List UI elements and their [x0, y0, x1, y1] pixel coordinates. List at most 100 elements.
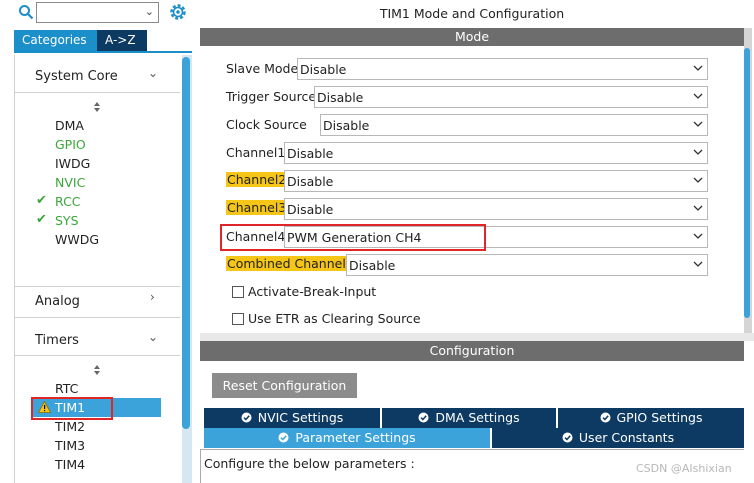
- divider: [14, 92, 180, 93]
- highlight-outline: [31, 397, 113, 420]
- chevron-down-icon[interactable]: [693, 64, 703, 72]
- trigger-source-select[interactable]: Disable: [314, 86, 708, 108]
- search-input[interactable]: ⌄: [36, 2, 159, 23]
- check-icon: ✔: [36, 193, 47, 208]
- tab-categories[interactable]: Categories: [14, 30, 97, 51]
- channel1-select[interactable]: Disable: [284, 142, 708, 164]
- reset-configuration-button[interactable]: Reset Configuration: [212, 373, 357, 398]
- list-item-gpio[interactable]: GPIO: [55, 137, 86, 152]
- channel3-select[interactable]: Disable: [284, 198, 708, 220]
- search-icon[interactable]: [18, 4, 34, 20]
- field-trigger-source: Trigger Source Disable: [226, 86, 708, 108]
- highlight-outline: [220, 224, 486, 251]
- check-circle-icon: [562, 432, 573, 443]
- check-icon: ✔: [36, 212, 47, 227]
- category-analog[interactable]: Analog: [35, 294, 80, 309]
- tab-label: GPIO Settings: [616, 410, 703, 425]
- tab-label: Parameter Settings: [295, 430, 416, 445]
- activate-break-input-checkbox[interactable]: Activate-Break-Input: [232, 284, 432, 300]
- list-item-sys[interactable]: SYS: [55, 213, 79, 228]
- divider: [14, 286, 180, 287]
- tab-user-constants[interactable]: User Constants: [492, 428, 744, 448]
- configure-hint: Configure the below parameters :: [204, 456, 415, 471]
- select-value: Disable: [287, 202, 334, 217]
- select-value: Disable: [287, 174, 334, 189]
- clock-source-select[interactable]: Disable: [320, 114, 708, 136]
- field-channel3: Channel3 Disable: [226, 198, 708, 220]
- divider: [14, 355, 180, 356]
- list-item-iwdg[interactable]: IWDG: [55, 156, 90, 171]
- tab-a-to-z[interactable]: A->Z: [97, 30, 147, 51]
- list-item-nvic[interactable]: NVIC: [55, 175, 85, 190]
- category-tabs: Categories A->Z: [14, 30, 147, 51]
- tab-parameter-settings[interactable]: Parameter Settings: [204, 428, 490, 448]
- field-clock-source: Clock Source Disable: [226, 114, 708, 136]
- chevron-down-icon[interactable]: ⌄: [148, 330, 158, 344]
- checkbox-label: Activate-Break-Input: [248, 284, 377, 299]
- list-item-wwdg[interactable]: WWDG: [55, 232, 99, 247]
- chevron-down-icon[interactable]: [693, 232, 703, 240]
- tab-nvic-settings[interactable]: NVIC Settings: [204, 408, 380, 428]
- select-value: Disable: [317, 90, 364, 105]
- chevron-down-icon[interactable]: [693, 92, 703, 100]
- field-channel1: Channel1 Disable: [226, 142, 708, 164]
- check-circle-icon: [600, 412, 610, 423]
- scrollbar-thumb[interactable]: [744, 48, 750, 318]
- configuration-header: Configuration: [200, 341, 744, 361]
- field-label: Channel2: [226, 172, 288, 187]
- divider: [14, 317, 180, 318]
- sort-updown-icon[interactable]: [92, 364, 102, 376]
- chevron-down-icon[interactable]: [693, 176, 703, 184]
- tab-underline: [14, 51, 192, 53]
- watermark: CSDN @AIshixian: [636, 462, 732, 475]
- field-label: Slave Mode: [226, 61, 299, 76]
- list-item-tim3[interactable]: TIM3: [55, 438, 85, 453]
- list-item-tim2[interactable]: TIM2: [55, 419, 85, 434]
- list-item-tim4[interactable]: TIM4: [55, 457, 85, 472]
- field-label: Trigger Source: [226, 89, 317, 104]
- category-timers[interactable]: Timers: [35, 333, 79, 348]
- checkbox-label: Use ETR as Clearing Source: [248, 311, 421, 326]
- use-etr-checkbox[interactable]: Use ETR as Clearing Source: [232, 311, 452, 327]
- tab-dma-settings[interactable]: DMA Settings: [382, 408, 556, 428]
- select-value: Disable: [300, 62, 347, 77]
- channel2-select[interactable]: Disable: [284, 170, 708, 192]
- chevron-down-icon[interactable]: [693, 148, 703, 156]
- list-item-rcc[interactable]: RCC: [55, 194, 81, 209]
- tab-label: User Constants: [578, 430, 675, 445]
- field-label: Clock Source: [226, 117, 307, 132]
- gear-icon[interactable]: [168, 2, 188, 22]
- check-circle-icon: [278, 432, 289, 443]
- left-panel: ⌄ Categories A->Z System Core ⌄ DMA GPIO…: [0, 0, 196, 483]
- scrollbar-thumb[interactable]: [182, 57, 190, 429]
- check-circle-icon: [418, 412, 429, 423]
- checkbox[interactable]: [232, 313, 244, 325]
- field-channel2: Channel2 Disable: [226, 170, 708, 192]
- tab-label: NVIC Settings: [257, 410, 344, 425]
- chevron-down-icon[interactable]: [693, 204, 703, 212]
- chevron-down-icon[interactable]: ⌄: [145, 5, 154, 18]
- category-system-core[interactable]: System Core: [35, 69, 118, 84]
- sort-updown-icon[interactable]: [92, 101, 102, 113]
- check-circle-icon: [241, 412, 252, 423]
- field-combined-channels: Combined Channels Disable: [226, 254, 708, 276]
- tab-label: DMA Settings: [435, 410, 520, 425]
- field-label: Channel1: [226, 145, 286, 160]
- combined-channels-select[interactable]: Disable: [346, 254, 708, 276]
- chevron-down-icon[interactable]: [693, 260, 703, 268]
- field-label: Combined Channels: [226, 256, 354, 271]
- list-item-rtc[interactable]: RTC: [55, 381, 78, 396]
- tab-gpio-settings[interactable]: GPIO Settings: [558, 408, 744, 428]
- checkbox[interactable]: [232, 286, 244, 298]
- chevron-down-icon[interactable]: ⌄: [148, 66, 158, 80]
- chevron-down-icon[interactable]: [693, 120, 703, 128]
- mode-header: Mode: [200, 28, 744, 46]
- panel-splitter[interactable]: [200, 333, 754, 341]
- field-slave-mode: Slave Mode Disable: [226, 58, 708, 80]
- right-panel: TIM1 Mode and Configuration Mode Slave M…: [200, 0, 754, 483]
- page-title: TIM1 Mode and Configuration: [379, 6, 565, 21]
- chevron-right-icon[interactable]: ›: [150, 290, 155, 304]
- list-item-dma[interactable]: DMA: [55, 118, 84, 133]
- slave-mode-select[interactable]: Disable: [297, 58, 708, 80]
- select-value: Disable: [287, 146, 334, 161]
